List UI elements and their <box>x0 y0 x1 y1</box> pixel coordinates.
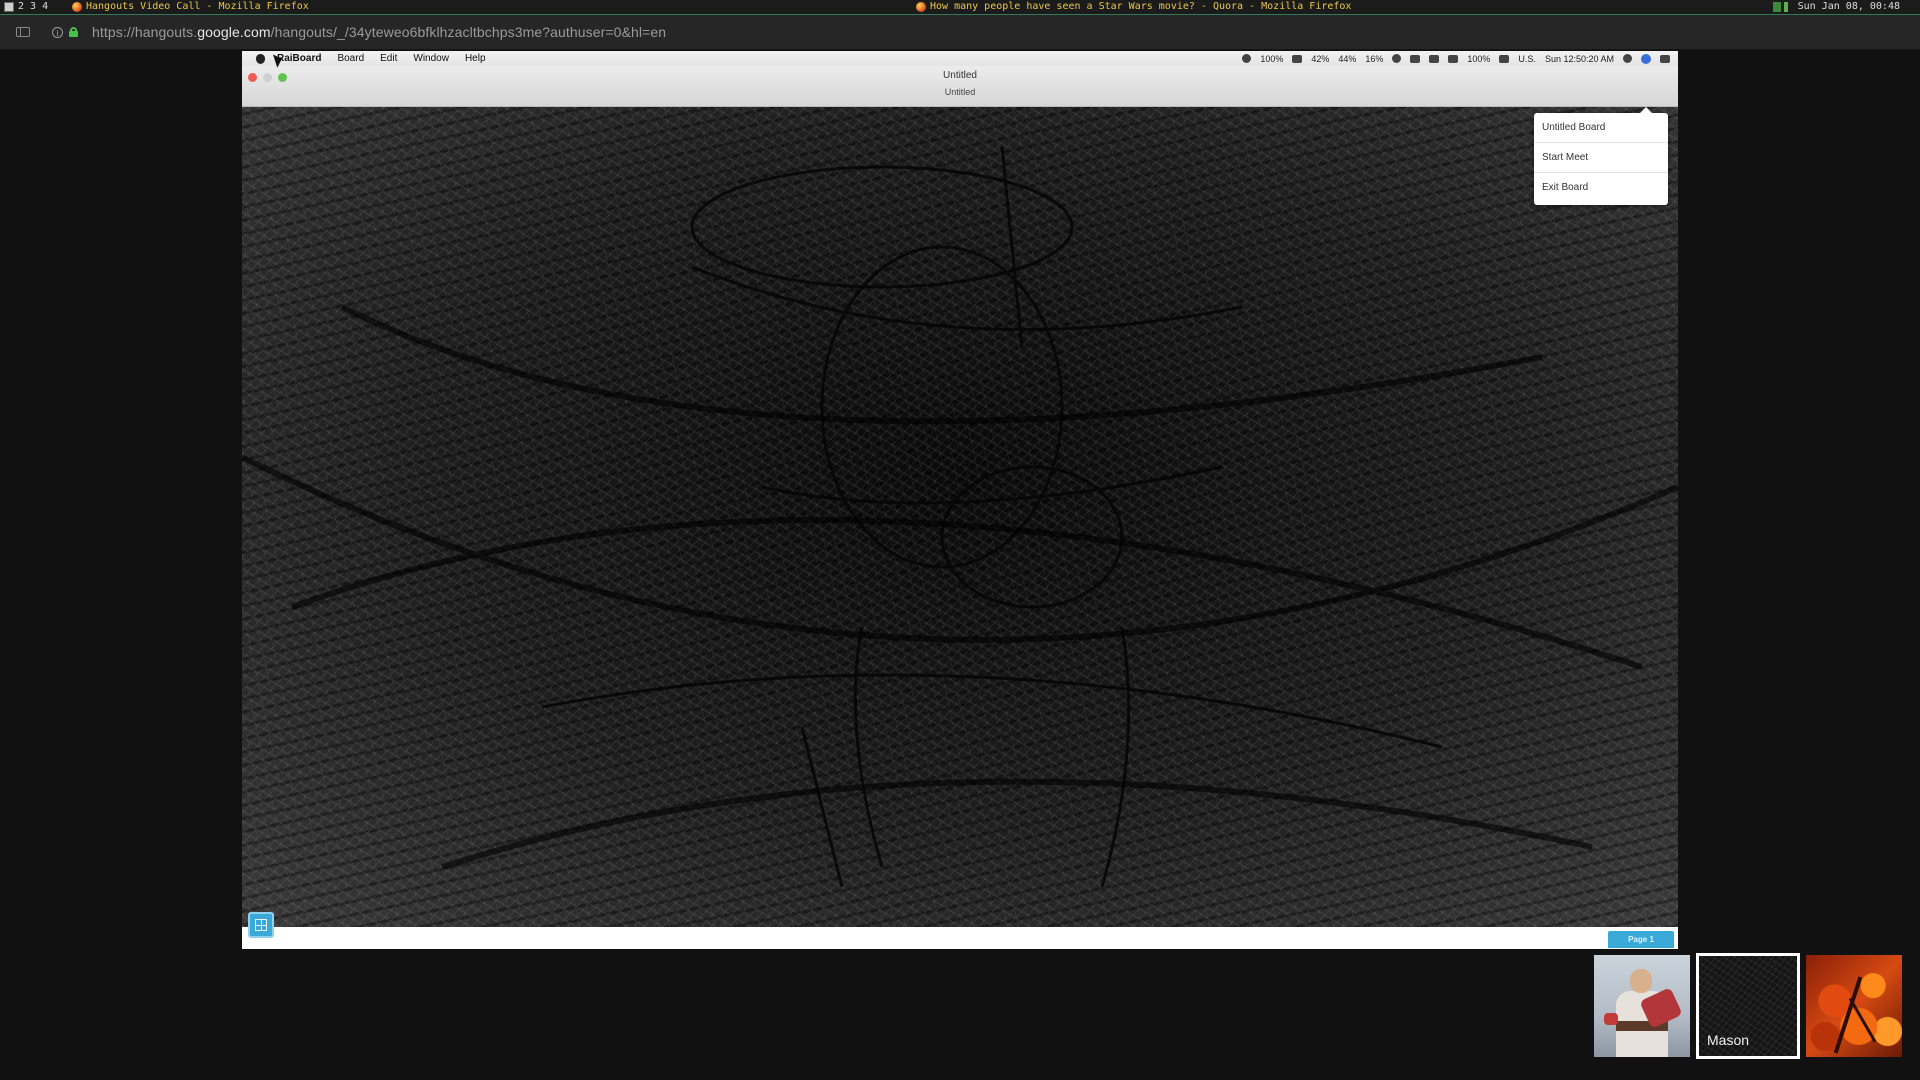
lock-icon[interactable] <box>69 27 78 37</box>
participant-thumbnail-active[interactable]: Mason <box>1696 953 1800 1059</box>
menu-item-exit-board[interactable]: Exit Board <box>1534 173 1668 203</box>
avatar-detail <box>1848 997 1877 1043</box>
mac-clock[interactable]: Sun 12:50:20 AM <box>1545 54 1614 64</box>
board-bottom-bar <box>242 927 1678 949</box>
mac-menu-bar: RaiBoard Board Edit Window Help 100% 42%… <box>242 51 1678 66</box>
airplay-icon[interactable] <box>1448 54 1459 63</box>
menu-item-start-meet[interactable]: Start Meet <box>1534 143 1668 173</box>
shared-screen: RaiBoard Board Edit Window Help 100% 42%… <box>242 51 1678 949</box>
board-dropdown-menu: Untitled Board Start Meet Exit Board <box>1534 107 1668 205</box>
workspace-4[interactable]: 4 <box>42 0 48 14</box>
window-title-quora-text: How many people have seen a Star Wars mo… <box>930 1 1352 12</box>
url-field[interactable]: https://hangouts.google.com/hangouts/_/3… <box>92 24 666 40</box>
workspace-2[interactable]: 2 <box>18 0 24 14</box>
window-title-quora[interactable]: How many people have seen a Star Wars mo… <box>916 0 1351 14</box>
participant-thumbnail[interactable] <box>1594 955 1690 1057</box>
system-top-bar: 2 3 4 Hangouts Video Call - Mozilla Fire… <box>0 0 1920 15</box>
window-subtitle: Untitled <box>944 87 976 97</box>
system-tray: Sun Jan 08, 00:48 <box>1772 0 1920 14</box>
battery-b-text: 100% <box>1467 53 1491 64</box>
battery-icon <box>1499 54 1510 63</box>
notification-center-icon[interactable] <box>1660 54 1670 63</box>
disk-text: 16% <box>1365 53 1384 64</box>
address-bar: i https://hangouts.google.com/hangouts/_… <box>0 15 1920 50</box>
tray-indicator-icon <box>1783 2 1788 12</box>
page-tab[interactable]: Page 1 <box>1608 931 1674 948</box>
window-title-hangouts[interactable]: Hangouts Video Call - Mozilla Firefox <box>72 0 309 14</box>
firefox-icon <box>72 2 82 12</box>
grid-icon <box>255 919 267 931</box>
participant-strip: Mason <box>1594 953 1908 1059</box>
firefox-icon <box>916 2 926 12</box>
url-prefix: https://hangouts. <box>92 24 198 40</box>
window-title-bar: Untitled Untitled <box>242 66 1678 107</box>
menu-edit[interactable]: Edit <box>380 53 397 64</box>
input-locale[interactable]: U.S. <box>1518 54 1536 64</box>
menu-window[interactable]: Window <box>413 53 449 64</box>
drawing-canvas[interactable] <box>242 107 1678 927</box>
workspace-switcher: 2 3 4 <box>0 0 54 14</box>
app-menu[interactable]: RaiBoard <box>277 53 321 64</box>
sync-icon[interactable] <box>1242 54 1252 63</box>
info-icon[interactable]: i <box>52 26 63 38</box>
sidebar-toggle-icon[interactable] <box>16 27 30 37</box>
wifi-icon[interactable] <box>1429 54 1440 63</box>
siri-icon[interactable] <box>1641 53 1651 64</box>
menu-help[interactable]: Help <box>465 53 486 64</box>
url-path: /hangouts/_/34yteweo6bfklhzacltbchps3me?… <box>270 24 667 40</box>
avatar-detail <box>1630 969 1652 993</box>
participant-thumbnail[interactable] <box>1806 955 1902 1057</box>
menu-item-untitled-board[interactable]: Untitled Board <box>1534 113 1668 143</box>
url-host: google.com <box>197 24 271 40</box>
avatar-detail <box>1604 1013 1618 1025</box>
mem-text: 44% <box>1338 53 1357 64</box>
participant-name: Mason <box>1707 1032 1750 1048</box>
info-icon[interactable] <box>1392 54 1402 63</box>
battery-icon <box>1292 54 1303 63</box>
apple-icon[interactable] <box>256 53 265 64</box>
scribble-drawing <box>242 146 1678 888</box>
window-icon <box>4 2 14 12</box>
location-icon <box>1410 54 1421 63</box>
spotlight-search-icon[interactable] <box>1623 54 1632 63</box>
cpu-text: 42% <box>1311 53 1330 64</box>
window-title: Untitled <box>943 70 977 81</box>
battery-a-text: 100% <box>1260 53 1284 64</box>
window-title-hangouts-text: Hangouts Video Call - Mozilla Firefox <box>86 1 309 12</box>
grid-view-button[interactable] <box>248 912 274 938</box>
workspace-3[interactable]: 3 <box>30 0 36 14</box>
tray-indicator-icon <box>1772 2 1781 12</box>
system-clock: Sun Jan 08, 00:48 <box>1797 1 1900 12</box>
menu-board[interactable]: Board <box>337 53 364 64</box>
